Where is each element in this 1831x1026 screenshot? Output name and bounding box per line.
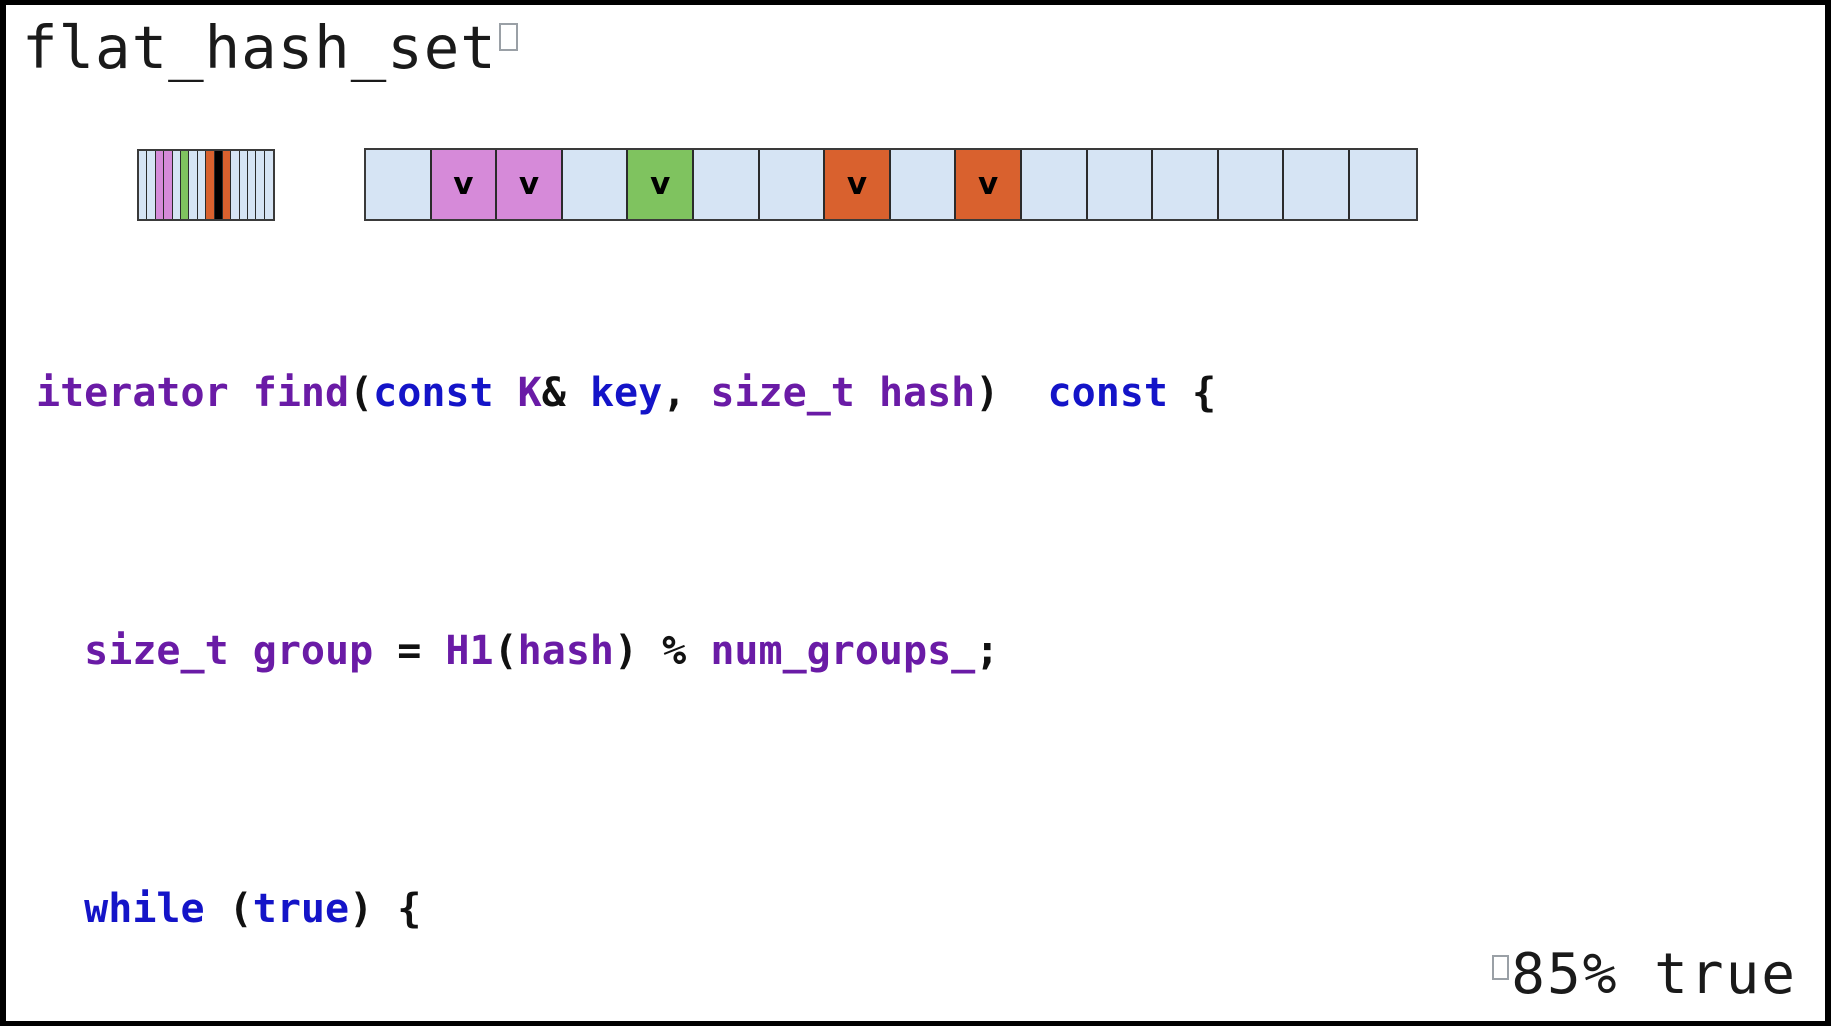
page-title: flat_hash_set (22, 13, 518, 83)
ctrl-byte-array (137, 149, 276, 221)
code-token: ( (204, 886, 253, 932)
ctrl-cell-2 (155, 151, 165, 219)
code-token: const (373, 370, 494, 416)
ctrl-cell-8 (206, 151, 215, 219)
footer-caption-text: 85% true (1511, 942, 1797, 1007)
ctrl-cell-7 (197, 151, 207, 219)
code-token: size_t hash (686, 370, 976, 416)
code-token: H1 (445, 628, 494, 674)
footer-caption: 85% true (1492, 943, 1797, 1007)
code-token: ) (975, 370, 1000, 416)
slot-cell-8 (890, 150, 957, 219)
code-line: iterator find(const K& key, size_t hash)… (6, 361, 1825, 426)
code-line: while (true) { (6, 877, 1825, 942)
code-token: true (252, 886, 350, 932)
ctrl-cell-1 (147, 151, 156, 219)
code-token: num_groups_ (710, 628, 976, 674)
slot-cell-3 (562, 150, 629, 219)
ctrl-cell-15 (264, 151, 274, 219)
code-token: iterator find (36, 370, 350, 416)
code-token: ( (493, 628, 518, 674)
code-token: size_t group (36, 628, 374, 674)
ctrl-cell-10 (222, 151, 232, 219)
code-token: key (565, 370, 663, 416)
ctrl-cell-14 (256, 151, 265, 219)
code-token: { (1167, 370, 1217, 416)
code-block: iterator find(const K& key, size_t hash)… (6, 232, 1825, 1021)
slot-cell-15 (1349, 150, 1416, 219)
slot-cell-4: v (628, 150, 694, 219)
missing-glyph-icon (498, 23, 518, 51)
ctrl-cell-5 (180, 151, 190, 219)
slot-cell-11 (1087, 150, 1154, 219)
code-line: size_t group = H1(hash) % num_groups_; (6, 619, 1825, 684)
slot-cell-2: v (497, 150, 563, 219)
ctrl-cell-6 (189, 151, 198, 219)
ctrl-cell-9 (214, 151, 223, 219)
code-token: hash (517, 628, 614, 674)
slot-cell-5 (693, 150, 760, 219)
code-token: ) { (349, 886, 422, 932)
code-token: & (541, 370, 566, 416)
slot-cell-7: v (825, 150, 891, 219)
slot-cell-9: v (956, 150, 1022, 219)
code-token: K (493, 370, 542, 416)
code-token: ; (975, 628, 1000, 674)
missing-glyph-icon (1492, 955, 1510, 980)
slot-cell-10 (1021, 150, 1088, 219)
code-token: const (999, 370, 1168, 416)
slot-cell-12 (1153, 150, 1219, 219)
slot-cell-14 (1284, 150, 1350, 219)
slide-canvas: flat_hash_set vvvvv iterator find(const … (6, 5, 1825, 1021)
slot-cell-1: v (431, 150, 498, 219)
code-token: while (36, 886, 205, 932)
ctrl-cell-11 (231, 151, 240, 219)
ctrl-cell-12 (239, 151, 249, 219)
code-token: , (662, 370, 687, 416)
slot-cell-13 (1218, 150, 1285, 219)
code-token: ) % (614, 628, 711, 674)
ctrl-cell-4 (172, 151, 181, 219)
page-title-text: flat_hash_set (22, 13, 497, 82)
code-token: = (373, 628, 446, 674)
slot-cell-0 (366, 150, 432, 219)
slots-array: vvvvv (364, 148, 1418, 221)
slot-cell-6 (759, 150, 826, 219)
ctrl-cell-3 (164, 151, 173, 219)
ctrl-cell-13 (248, 151, 257, 219)
ctrl-cell-0 (139, 151, 148, 219)
code-token: ( (349, 370, 374, 416)
